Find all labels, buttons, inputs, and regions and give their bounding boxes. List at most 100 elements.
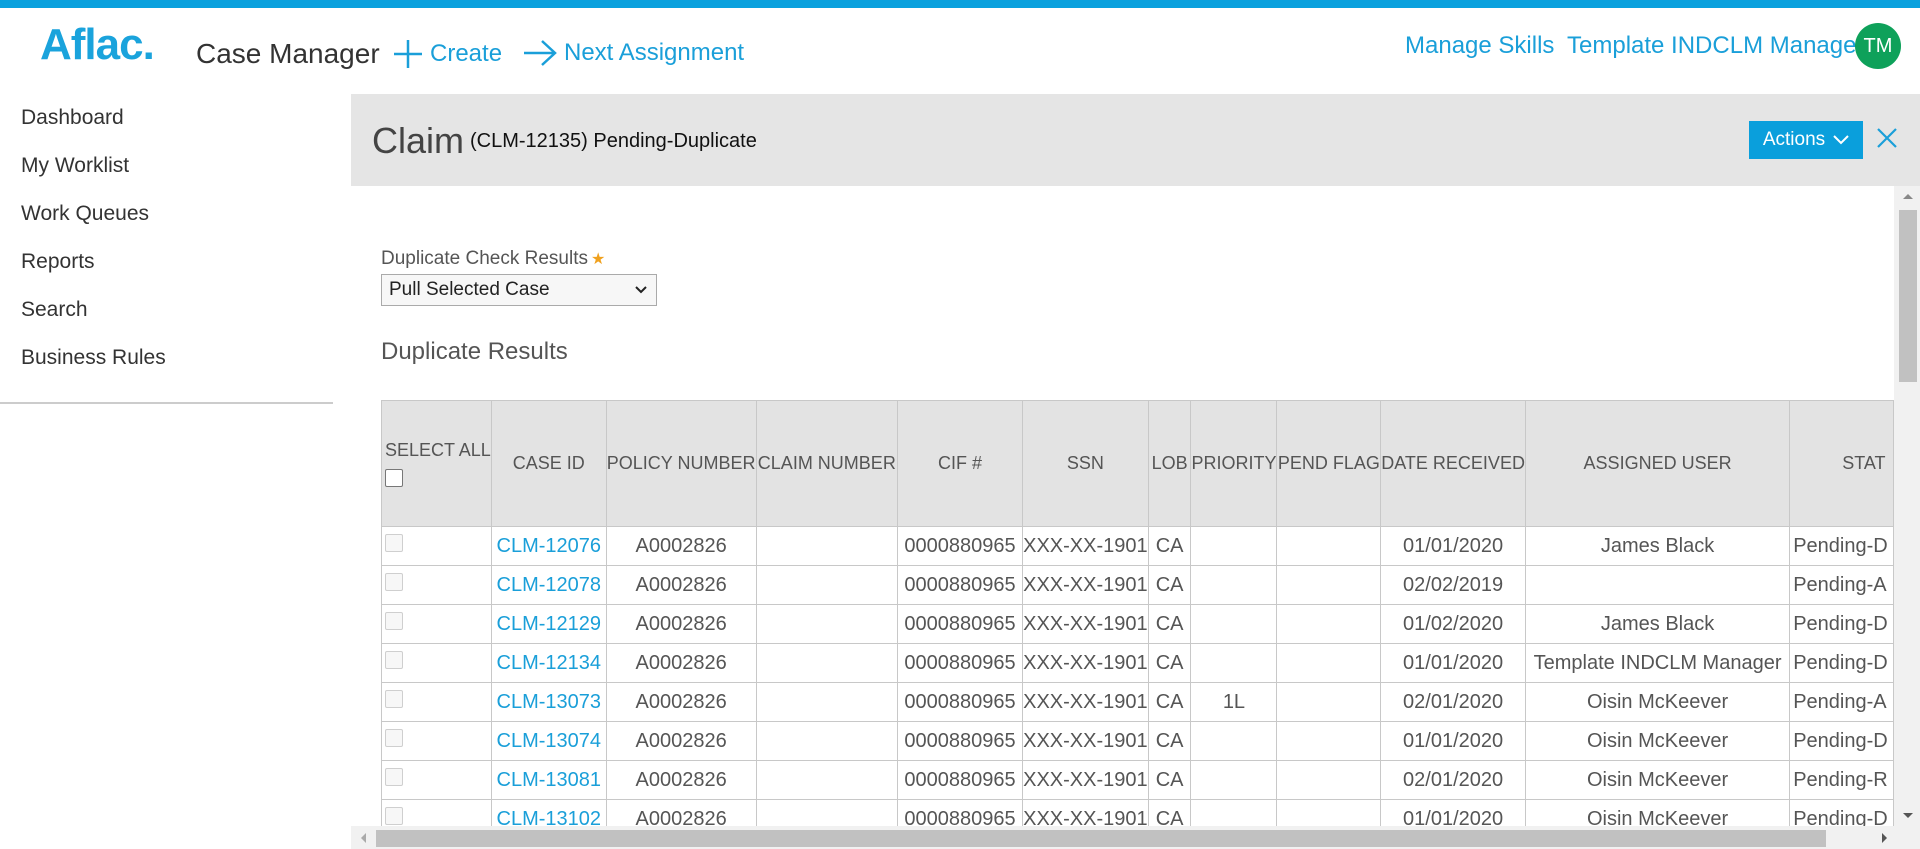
pend-flag-cell [1276, 604, 1382, 644]
col-header-priority[interactable]: PRIORITY [1190, 400, 1278, 527]
row-select-cell [381, 721, 492, 761]
cif-cell: 0000880965 [897, 760, 1023, 800]
col-header-pend-flag[interactable]: PEND FLAG [1276, 400, 1382, 527]
pend-flag-cell [1276, 682, 1382, 722]
row-select-checkbox[interactable] [385, 534, 403, 552]
arrow-right-icon [524, 40, 557, 66]
duplicate-results-table: SELECT ALL CASE ID POLICY NUMBER CLAIM N… [381, 400, 1894, 826]
case-id-link[interactable]: CLM-13074 [497, 730, 602, 752]
sidebar-item-work-queues[interactable]: Work Queues [21, 202, 149, 226]
col-header-ssn[interactable]: SSN [1021, 400, 1149, 527]
status-cell: Pending-D [1789, 643, 1894, 683]
col-header-assigned-user[interactable]: ASSIGNED USER [1524, 400, 1791, 527]
date-received-cell: 02/01/2020 [1380, 760, 1526, 800]
scroll-right-icon[interactable] [1881, 832, 1889, 844]
ssn-cell: XXX-XX-1901 [1021, 721, 1149, 761]
col-header-cif[interactable]: CIF # [897, 400, 1023, 527]
priority-cell [1190, 526, 1278, 566]
policy-number-cell: A0002826 [605, 799, 757, 826]
table-row[interactable]: CLM-13073 A0002826 0000880965 XXX-XX-1901 CA… [381, 682, 1894, 722]
sidebar-item-my-worklist[interactable]: My Worklist [21, 154, 129, 178]
case-id-cell: CLM-13102 [490, 799, 607, 827]
avatar[interactable]: TM [1855, 23, 1901, 69]
case-id-link[interactable]: CLM-12129 [497, 613, 602, 635]
pend-flag-cell [1276, 760, 1382, 800]
table-row[interactable]: CLM-13081 A0002826 0000880965 XXX-XX-1901 CA… [381, 760, 1894, 800]
col-header-lob[interactable]: LOB [1147, 400, 1192, 527]
col-header-claim-number[interactable]: CLAIM NUMBER [755, 400, 899, 527]
case-id-link[interactable]: CLM-12078 [497, 574, 602, 596]
table-row[interactable]: CLM-12078 A0002826 0000880965 XXX-XX-1901 CA… [381, 565, 1894, 605]
create-button[interactable]: Create [392, 38, 502, 70]
user-name-link[interactable]: Template INDCLM Manager [1567, 32, 1864, 60]
row-select-checkbox[interactable] [385, 768, 403, 786]
claim-number-cell [755, 565, 899, 605]
vertical-scroll-thumb[interactable] [1899, 210, 1917, 382]
create-label: Create [430, 40, 503, 67]
row-select-checkbox[interactable] [385, 807, 403, 825]
table-row[interactable]: CLM-13074 A0002826 0000880965 XXX-XX-1901 CA… [381, 721, 1894, 761]
claim-number-cell [755, 760, 899, 800]
case-id-link[interactable]: CLM-12076 [497, 535, 602, 557]
horizontal-scrollbar[interactable] [351, 826, 1920, 849]
duplicate-check-value: Pull Selected Case [389, 279, 550, 300]
scroll-up-icon[interactable] [1902, 192, 1914, 200]
case-id-cell: CLM-12076 [490, 526, 607, 566]
row-select-checkbox[interactable] [385, 573, 403, 591]
case-id-link[interactable]: CLM-13073 [497, 691, 602, 713]
col-header-policy-number[interactable]: POLICY NUMBER [605, 400, 757, 527]
date-received-cell: 01/02/2020 [1380, 604, 1526, 644]
assigned-user-cell: Oisin McKeever [1524, 760, 1791, 800]
cif-cell: 0000880965 [897, 526, 1023, 566]
policy-number-cell: A0002826 [605, 682, 757, 722]
policy-number-cell: A0002826 [605, 526, 757, 566]
row-select-checkbox[interactable] [385, 612, 403, 630]
close-icon [1877, 128, 1897, 148]
lob-cell: CA [1147, 760, 1192, 800]
case-id-cell: CLM-12078 [490, 565, 607, 605]
case-id-cell: CLM-12134 [490, 643, 607, 683]
sidebar-item-business-rules[interactable]: Business Rules [21, 346, 166, 370]
assigned-user-cell: Template INDCLM Manager [1524, 643, 1791, 683]
actions-label: Actions [1762, 129, 1826, 150]
case-id-cell: CLM-13074 [490, 721, 607, 761]
sidebar-item-search[interactable]: Search [21, 298, 88, 322]
horizontal-scroll-thumb[interactable] [376, 830, 1826, 847]
row-select-cell [381, 565, 492, 605]
case-id-link[interactable]: CLM-13081 [497, 769, 602, 791]
row-select-checkbox[interactable] [385, 651, 403, 669]
row-select-checkbox[interactable] [385, 729, 403, 747]
col-header-status[interactable]: STAT [1789, 400, 1894, 527]
col-header-date-received[interactable]: DATE RECEIVED [1380, 400, 1526, 527]
policy-number-cell: A0002826 [605, 604, 757, 644]
col-header-case-id[interactable]: CASE ID [490, 400, 607, 527]
close-button[interactable] [1873, 124, 1903, 156]
sidebar-item-dashboard[interactable]: Dashboard [21, 106, 124, 130]
duplicate-check-select[interactable]: Pull Selected Case [381, 274, 657, 306]
date-received-cell: 01/01/2020 [1380, 721, 1526, 761]
table-row[interactable]: CLM-12129 A0002826 0000880965 XXX-XX-1901 CA… [381, 604, 1894, 644]
table-row[interactable]: CLM-13102 A0002826 0000880965 XXX-XX-1901 CA… [381, 799, 1894, 827]
row-select-checkbox[interactable] [385, 690, 403, 708]
ssn-cell: XXX-XX-1901 [1021, 526, 1149, 566]
manage-skills-link[interactable]: Manage Skills [1405, 32, 1554, 60]
ssn-cell: XXX-XX-1901 [1021, 760, 1149, 800]
policy-number-cell: A0002826 [605, 565, 757, 605]
assigned-user-cell: Oisin McKeever [1524, 682, 1791, 722]
scroll-down-icon[interactable] [1902, 812, 1914, 820]
actions-button[interactable]: Actions [1749, 121, 1863, 159]
case-content: Duplicate Check Results ★ Pull Selected C… [351, 186, 1894, 826]
scroll-left-icon[interactable] [359, 832, 367, 844]
policy-number-cell: A0002826 [605, 643, 757, 683]
duplicate-check-label: Duplicate Check Results ★ [381, 248, 606, 269]
lob-cell: CA [1147, 604, 1192, 644]
sidebar-item-reports[interactable]: Reports [21, 250, 95, 274]
vertical-scrollbar[interactable] [1894, 186, 1920, 826]
aflac-logo[interactable]: Aflac. [40, 20, 155, 70]
table-row[interactable]: CLM-12134 A0002826 0000880965 XXX-XX-1901 CA… [381, 643, 1894, 683]
table-row[interactable]: CLM-12076 A0002826 0000880965 XXX-XX-1901 CA… [381, 526, 1894, 566]
select-all-checkbox[interactable] [385, 469, 403, 487]
next-assignment-button[interactable]: Next Assignment [522, 38, 744, 68]
case-id-link[interactable]: CLM-13102 [497, 808, 602, 827]
case-id-link[interactable]: CLM-12134 [497, 652, 602, 674]
